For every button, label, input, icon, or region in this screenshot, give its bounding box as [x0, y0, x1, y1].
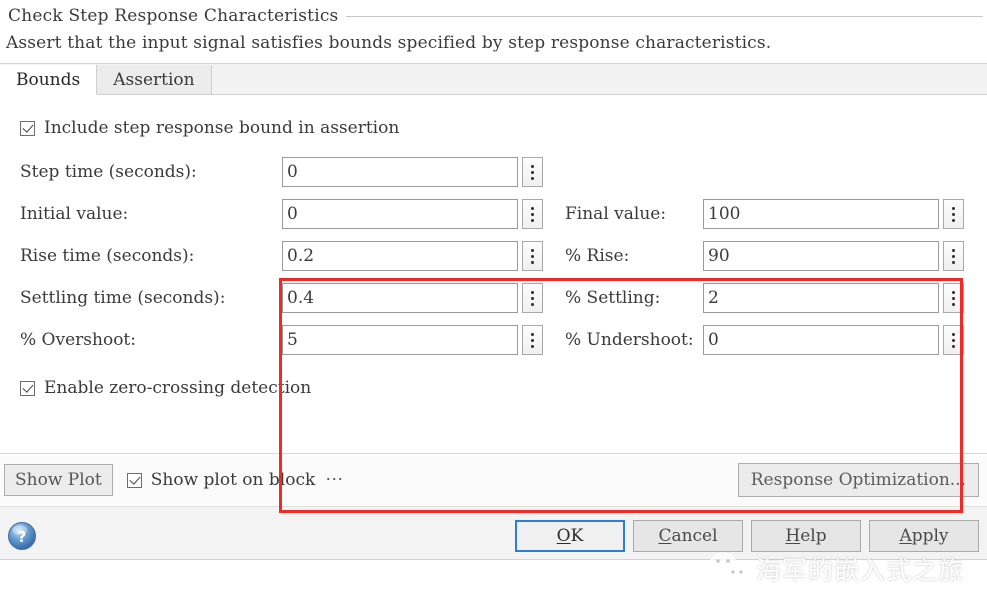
rise-time-label: Rise time (seconds):: [20, 246, 195, 266]
page-title: Check Step Response Characteristics: [8, 6, 339, 26]
dialog-header: Check Step Response Characteristics Asse…: [0, 0, 987, 63]
include-bound-checkbox-row[interactable]: Include step response bound in assertion: [0, 115, 987, 141]
help-question-icon[interactable]: ?: [7, 521, 37, 551]
percent-rise-spin-button[interactable]: [943, 241, 964, 271]
tab-bar: Bounds Assertion: [0, 63, 987, 95]
percent-undershoot-spinner[interactable]: [703, 325, 964, 355]
svg-text:?: ?: [18, 528, 27, 546]
plot-toolbar: Show Plot Show plot on block ⋯ Response …: [0, 453, 987, 506]
zero-crossing-checkbox-row[interactable]: Enable zero-crossing detection: [0, 375, 987, 401]
percent-rise-spinner[interactable]: [703, 241, 964, 271]
show-plot-on-block-label: Show plot on block: [150, 470, 316, 490]
ok-mnemonic: O: [556, 526, 571, 546]
percent-undershoot-label: % Undershoot:: [565, 330, 694, 350]
zero-crossing-label: Enable zero-crossing detection: [44, 378, 312, 398]
tab-assertion[interactable]: Assertion: [97, 65, 212, 95]
final-value-spin-button[interactable]: [943, 199, 964, 229]
apply-mnemonic: A: [899, 526, 912, 546]
form-row-settling: Settling time (seconds): % Settling:: [20, 277, 987, 319]
rise-time-input[interactable]: [282, 241, 518, 271]
percent-overshoot-spin-button[interactable]: [522, 325, 543, 355]
initial-value-input[interactable]: [282, 199, 518, 229]
percent-settling-input[interactable]: [703, 283, 939, 313]
step-time-input[interactable]: [282, 157, 518, 187]
show-plot-on-block-checkbox[interactable]: [126, 472, 142, 488]
percent-overshoot-input[interactable]: [282, 325, 518, 355]
step-response-form: Step time (seconds): Initial value: Fina…: [0, 151, 987, 361]
percent-settling-spinner[interactable]: [703, 283, 964, 313]
zero-crossing-checkbox[interactable]: [20, 380, 35, 396]
form-row-overshoot: % Overshoot: % Undershoot:: [20, 319, 987, 361]
final-value-label: Final value:: [565, 204, 667, 224]
help-mnemonic: H: [785, 526, 801, 546]
show-plot-on-block-row[interactable]: Show plot on block ⋯: [126, 470, 345, 490]
ok-button[interactable]: OK: [515, 520, 625, 552]
initial-value-spinner[interactable]: [282, 199, 543, 229]
percent-rise-label: % Rise:: [565, 246, 630, 266]
rise-time-spin-button[interactable]: [522, 241, 543, 271]
tab-bar-filler: [211, 64, 987, 95]
percent-rise-input[interactable]: [703, 241, 939, 271]
apply-button[interactable]: Apply: [869, 520, 979, 552]
percent-settling-label: % Settling:: [565, 288, 661, 308]
page-subtitle: Assert that the input signal satisfies b…: [6, 33, 772, 53]
subtitle-row: Assert that the input signal satisfies b…: [0, 29, 987, 63]
step-time-spinner[interactable]: [282, 157, 543, 187]
settling-time-spin-button[interactable]: [522, 283, 543, 313]
initial-value-spin-button[interactable]: [522, 199, 543, 229]
show-plot-button[interactable]: Show Plot: [4, 464, 113, 496]
dialog-footer: ? OK Cancel Help Apply: [0, 506, 987, 565]
form-row-initial-final: Initial value: Final value:: [20, 193, 987, 235]
help-button[interactable]: Help: [751, 520, 861, 552]
cancel-button[interactable]: Cancel: [633, 520, 743, 552]
step-time-spin-button[interactable]: [522, 157, 543, 187]
response-optimization-button[interactable]: Response Optimization...: [737, 463, 979, 497]
final-value-input[interactable]: [703, 199, 939, 229]
step-time-label: Step time (seconds):: [20, 162, 197, 182]
form-row-step-time: Step time (seconds):: [20, 151, 987, 193]
settling-time-input[interactable]: [282, 283, 518, 313]
overflow-menu-icon[interactable]: ⋯: [325, 471, 344, 489]
settling-time-label: Settling time (seconds):: [20, 288, 226, 308]
percent-undershoot-input[interactable]: [703, 325, 939, 355]
final-value-spinner[interactable]: [703, 199, 964, 229]
title-divider: [346, 15, 983, 17]
bounds-panel: Include step response bound in assertion…: [0, 95, 987, 513]
percent-overshoot-label: % Overshoot:: [20, 330, 136, 350]
initial-value-label: Initial value:: [20, 204, 129, 224]
form-row-rise: Rise time (seconds): % Rise:: [20, 235, 987, 277]
percent-undershoot-spin-button[interactable]: [943, 325, 964, 355]
title-row: Check Step Response Characteristics: [0, 3, 987, 29]
include-bound-checkbox[interactable]: [20, 120, 35, 136]
tab-bounds[interactable]: Bounds: [0, 65, 98, 95]
cancel-mnemonic: C: [658, 526, 672, 546]
settling-time-spinner[interactable]: [282, 283, 543, 313]
percent-settling-spin-button[interactable]: [943, 283, 964, 313]
rise-time-spinner[interactable]: [282, 241, 543, 271]
percent-overshoot-spinner[interactable]: [282, 325, 543, 355]
include-bound-label: Include step response bound in assertion: [44, 118, 400, 138]
